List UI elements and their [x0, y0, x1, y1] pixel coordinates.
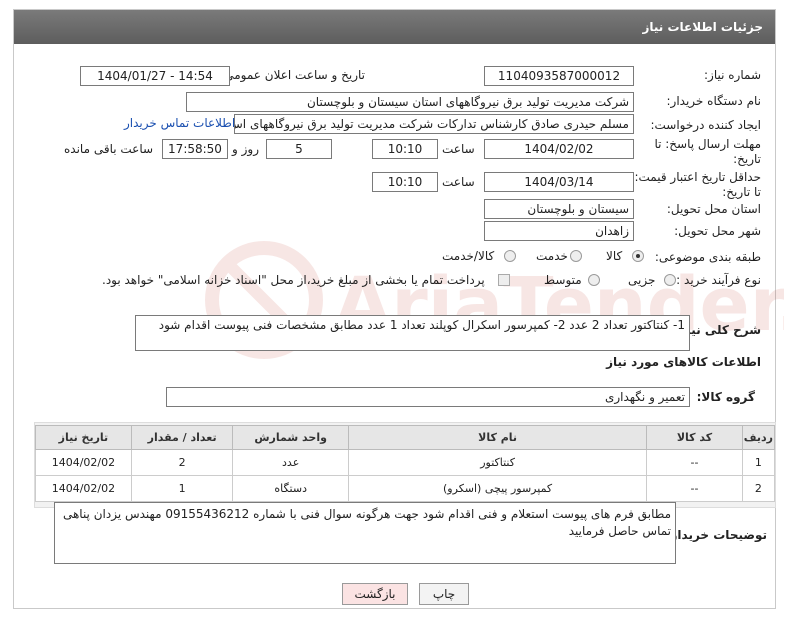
process-option-minor: جزیی	[628, 273, 656, 287]
goods-table-container: ردیف کد کالا نام کالا واحد شمارش تعداد /…	[34, 422, 776, 508]
category-option-goods: کالا	[606, 249, 623, 263]
cell-row: 2	[741, 475, 776, 502]
cell-code: --	[646, 475, 743, 502]
cell-name: کمپرسور پیچی (اسکرو)	[347, 475, 648, 502]
cell-code: --	[646, 449, 743, 476]
city-field: زاهدان	[484, 221, 634, 241]
category-option-goods-service: کالا/خدمت	[442, 249, 495, 263]
price-validity-time-field: 10:10	[372, 172, 438, 192]
need-number-field: 1104093587000012	[484, 66, 634, 86]
back-button[interactable]: بازگشت	[342, 583, 408, 605]
deadline-label-2: تاریخ:	[733, 152, 761, 166]
process-radio-minor[interactable]	[664, 274, 676, 286]
window-title: جزئیات اطلاعات نیاز	[14, 10, 775, 44]
deadline-label-1: مهلت ارسال پاسخ: تا	[654, 137, 761, 151]
description-textarea[interactable]: 1- کنتاکتور تعداد 2 عدد 2- کمپرسور اسکرا…	[135, 315, 690, 351]
buyer-notes-label: توضیحات خریدار:	[665, 528, 767, 542]
goods-group-field: تعمیر و نگهداری	[166, 387, 690, 407]
price-validity-time-label: ساعت	[442, 175, 475, 189]
announce-datetime-field: 1404/01/27 - 14:54	[80, 66, 230, 86]
col-code: کد کالا	[646, 425, 743, 450]
buyer-org-label: نام دستگاه خریدار:	[666, 94, 762, 108]
days-label: روز و	[232, 142, 259, 156]
buyer-contact-link[interactable]: اطلاعات تماس خریدار	[124, 116, 235, 130]
cell-name: کنتاکتور	[347, 449, 648, 476]
category-radio-goods-service[interactable]	[504, 250, 516, 262]
goods-table: ردیف کد کالا نام کالا واحد شمارش تعداد /…	[35, 425, 776, 502]
table-row: 2 -- کمپرسور پیچی (اسکرو) دستگاه 1 1404/…	[35, 475, 776, 502]
deadline-time-field: 10:10	[372, 139, 438, 159]
announce-datetime-label: تاریخ و ساعت اعلان عمومی:	[220, 68, 365, 82]
treasury-payment-checkbox[interactable]	[498, 274, 510, 286]
province-field: سیستان و بلوچستان	[484, 199, 634, 219]
process-radio-medium[interactable]	[588, 274, 600, 286]
buyer-org-field: شرکت مدیریت تولید برق نیروگاههای استان س…	[186, 92, 634, 112]
days-remaining-field: 5	[266, 139, 332, 159]
process-option-medium: متوسط	[544, 273, 582, 287]
need-number-label: شماره نیاز:	[704, 68, 761, 82]
col-date: تاریخ نیاز	[35, 425, 132, 450]
deadline-time-label: ساعت	[442, 142, 475, 156]
cell-date: 1404/02/02	[35, 449, 132, 476]
col-qty: تعداد / مقدار	[130, 425, 234, 450]
deadline-date-field: 1404/02/02	[484, 139, 634, 159]
process-label: نوع فرآیند خرید :	[676, 273, 761, 287]
goods-section-title: اطلاعات کالاهای مورد نیاز	[606, 355, 761, 369]
category-radio-goods[interactable]	[632, 250, 644, 262]
col-unit: واحد شمارش	[232, 425, 349, 450]
need-details-panel: جزئیات اطلاعات نیاز AriaTender.neT شماره…	[13, 9, 784, 609]
requester-label: ایجاد کننده درخواست:	[650, 118, 761, 132]
cell-unit: عدد	[232, 449, 349, 476]
province-label: استان محل تحویل:	[666, 202, 761, 216]
category-label: طبقه بندی موضوعی:	[654, 250, 761, 264]
treasury-payment-note: پرداخت تمام یا بخشی از مبلغ خرید،از محل …	[102, 273, 485, 287]
cell-unit: دستگاه	[232, 475, 349, 502]
price-validity-label-2: تا تاریخ:	[722, 185, 761, 199]
buyer-notes-textarea[interactable]: مطابق فرم های پیوست استعلام و فنی اقدام …	[54, 502, 676, 564]
table-row: 1 -- کنتاکتور عدد 2 1404/02/02	[35, 449, 776, 476]
cell-row: 1	[741, 449, 776, 476]
cell-date: 1404/02/02	[35, 475, 132, 502]
price-validity-date-field: 1404/03/14	[484, 172, 634, 192]
col-row: ردیف	[741, 425, 776, 450]
remaining-time-label: ساعت باقی مانده	[64, 142, 154, 156]
print-button[interactable]: چاپ	[419, 583, 469, 605]
category-radio-service[interactable]	[570, 250, 582, 262]
city-label: شهر محل تحویل:	[674, 224, 761, 238]
cell-qty: 2	[130, 449, 234, 476]
requester-field: مسلم حیدری صادق کارشناس تدارکات شرکت مدی…	[234, 114, 634, 134]
goods-group-label: گروه کالا:	[696, 390, 755, 404]
remaining-time-field: 17:58:50	[162, 139, 228, 159]
cell-qty: 1	[130, 475, 234, 502]
category-option-service: خدمت	[536, 249, 568, 263]
col-name: نام کالا	[347, 425, 648, 450]
price-validity-label-1: حداقل تاریخ اعتبار قیمت:	[634, 170, 761, 184]
